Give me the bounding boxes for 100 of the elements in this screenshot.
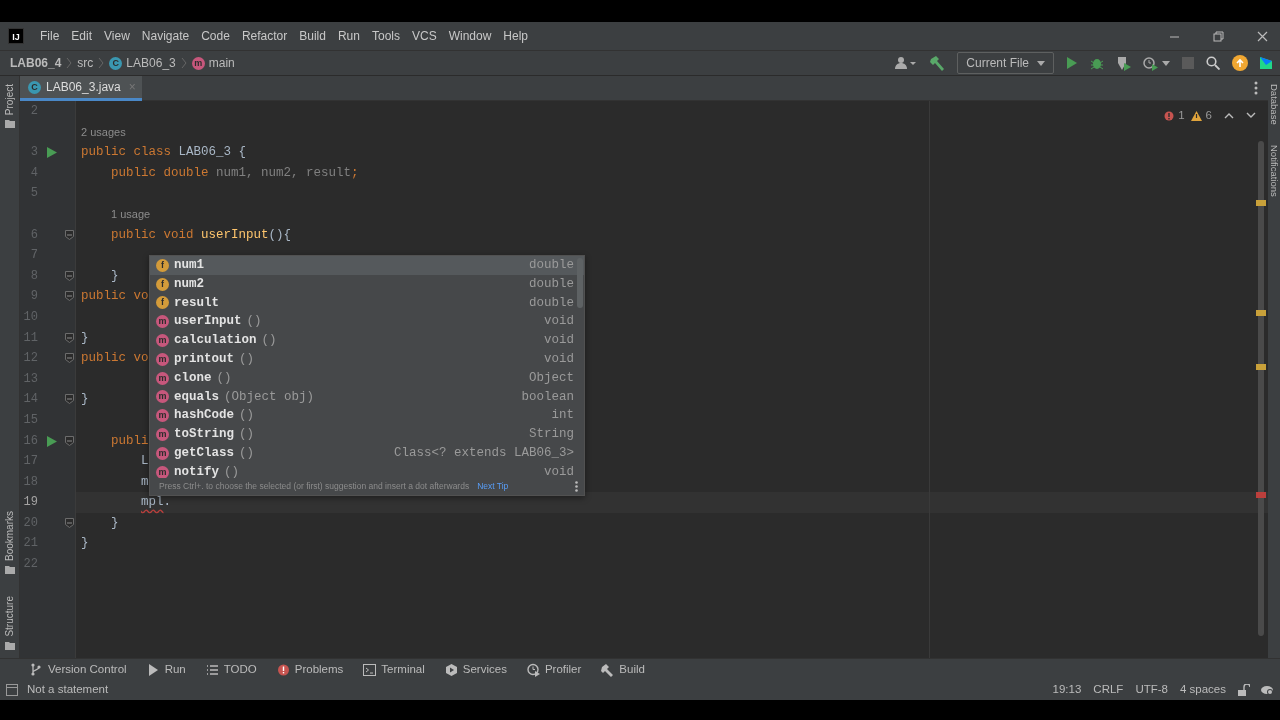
run-configuration-dropdown[interactable]: Current File: [957, 52, 1054, 74]
tool-window-button[interactable]: Terminal: [363, 660, 425, 679]
branch-icon: [30, 662, 43, 677]
chevron-down-icon[interactable]: [1246, 112, 1256, 120]
usage-hint[interactable]: 1 usage: [111, 207, 151, 220]
hammer-icon[interactable]: [929, 55, 946, 71]
completion-item[interactable]: m calculation () void: [150, 331, 584, 350]
fold-icon[interactable]: [65, 435, 74, 446]
menu-item[interactable]: Edit: [65, 27, 99, 45]
status-item[interactable]: CRLF: [1093, 681, 1124, 699]
warning-marker[interactable]: [1256, 200, 1266, 206]
chevron-up-icon[interactable]: [1224, 112, 1234, 120]
method-icon: m: [156, 315, 169, 329]
run-icon[interactable]: [47, 435, 57, 447]
method-icon: m: [191, 56, 205, 70]
tool-window-tab[interactable]: Notifications: [1269, 144, 1279, 197]
breadcrumb-item[interactable]: LAB06_4: [10, 54, 62, 72]
field-icon: f: [156, 277, 169, 291]
tool-window-button[interactable]: Version Control: [30, 660, 127, 679]
completion-item[interactable]: m toString () String: [150, 425, 584, 444]
restore-icon[interactable]: [1213, 30, 1224, 42]
search-icon[interactable]: [1206, 56, 1220, 70]
breadcrumb-item[interactable]: src: [77, 54, 94, 72]
menu-item[interactable]: Navigate: [135, 27, 196, 45]
tool-window-button[interactable]: TODO: [205, 660, 257, 679]
code-line: }: [110, 515, 119, 530]
fold-icon[interactable]: [65, 229, 74, 240]
completion-item[interactable]: f num1 double: [150, 256, 584, 275]
status-item[interactable]: 19:13: [1052, 681, 1082, 699]
menu-item[interactable]: Build: [293, 27, 332, 45]
usage-hint[interactable]: 2 usages: [81, 125, 126, 138]
fold-icon[interactable]: [65, 517, 74, 528]
scrollbar[interactable]: [577, 258, 583, 308]
fold-icon[interactable]: [65, 332, 74, 343]
tool-window-tab[interactable]: Project: [4, 84, 15, 116]
menu-item[interactable]: View: [98, 27, 136, 45]
method-icon: m: [156, 409, 169, 423]
completion-item[interactable]: m equals (Object obj) boolean: [150, 387, 584, 407]
run-icon[interactable]: [1066, 56, 1078, 70]
lock-icon[interactable]: [1238, 684, 1250, 696]
next-tip-link[interactable]: Next Tip: [477, 480, 509, 493]
more-icon[interactable]: [1254, 81, 1258, 95]
fold-icon[interactable]: [65, 291, 74, 302]
menu-item[interactable]: Code: [195, 27, 236, 45]
completion-item[interactable]: m userInput () void: [150, 312, 584, 332]
run-icon[interactable]: [47, 147, 57, 159]
menu-item[interactable]: VCS: [405, 27, 443, 45]
caret-icon[interactable]: [1162, 60, 1170, 66]
error-count[interactable]: 1: [1164, 107, 1185, 125]
scrollbar[interactable]: [1258, 141, 1264, 636]
status-item[interactable]: 4 spaces: [1179, 681, 1226, 699]
menu-item[interactable]: Tools: [365, 27, 406, 45]
editor-tab[interactable]: C LAB06_3.java ×: [20, 76, 142, 101]
list-icon: [205, 662, 219, 677]
panel-toggle-icon[interactable]: [6, 684, 18, 696]
tool-window-button[interactable]: Profiler: [526, 660, 582, 679]
tool-window-tab[interactable]: Database: [1269, 84, 1279, 125]
menu-item[interactable]: Help: [497, 27, 535, 45]
close-icon[interactable]: [1257, 30, 1268, 42]
more-icon[interactable]: [575, 481, 578, 492]
breadcrumb-item[interactable]: m main: [191, 54, 235, 72]
menu-item[interactable]: Window: [442, 27, 498, 45]
profiler-icon[interactable]: [1143, 55, 1158, 71]
tool-window-button[interactable]: Services: [444, 660, 507, 679]
user-icon[interactable]: [895, 56, 918, 70]
tool-window-tab[interactable]: Bookmarks: [4, 511, 15, 562]
menu-item[interactable]: Refactor: [235, 27, 294, 45]
completion-item[interactable]: m hashCode () int: [150, 406, 584, 426]
bug-icon[interactable]: [1090, 56, 1104, 70]
warning-marker[interactable]: [1256, 364, 1266, 370]
panel-icon: [4, 641, 15, 650]
method-icon: m: [156, 390, 169, 404]
run-icon: [146, 662, 160, 677]
method-icon: m: [156, 371, 169, 385]
error-marker[interactable]: [1256, 492, 1266, 498]
menu-item[interactable]: Run: [331, 27, 366, 45]
completion-item[interactable]: m notify () void: [150, 462, 584, 478]
warning-count[interactable]: 6: [1190, 107, 1212, 125]
update-icon[interactable]: [1232, 55, 1248, 71]
tool-window-button[interactable]: Build: [601, 660, 645, 679]
menu-item[interactable]: File: [34, 27, 66, 45]
completion-item[interactable]: m printout () void: [150, 350, 584, 369]
tool-window-tab[interactable]: Structure: [4, 596, 15, 637]
warning-marker[interactable]: [1256, 310, 1266, 316]
coverage-icon[interactable]: [1116, 55, 1131, 71]
chevron-icon: [98, 57, 105, 69]
completion-item[interactable]: m getClass () Class<? extends LAB06_3>: [150, 443, 584, 463]
panel-icon: [4, 565, 15, 575]
tool-window-button[interactable]: Problems: [276, 660, 344, 679]
code-line: }: [81, 330, 89, 345]
fold-icon[interactable]: [65, 394, 74, 405]
completion-item[interactable]: m clone () Object: [150, 368, 584, 388]
tool-window-button[interactable]: Run: [146, 660, 186, 679]
status-item[interactable]: UTF-8: [1135, 681, 1168, 699]
fold-icon[interactable]: [65, 270, 74, 281]
method-icon: m: [156, 446, 169, 460]
breadcrumb-item[interactable]: C LAB06_3: [109, 54, 176, 72]
fold-icon[interactable]: [65, 353, 74, 364]
profiler-icon: [526, 662, 540, 677]
method-icon: m: [156, 465, 169, 478]
